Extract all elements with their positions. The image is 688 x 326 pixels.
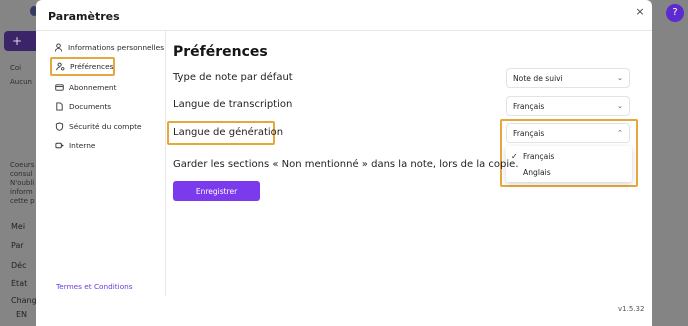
sidebar-item-account-security[interactable]: Sécurité du compte: [54, 117, 164, 135]
sidebar-item-preferences[interactable]: Préférences: [50, 57, 115, 76]
help-button[interactable]: ?: [666, 4, 684, 22]
tag-icon: [54, 140, 64, 150]
dropdown-option-french[interactable]: ✓ Français: [506, 148, 632, 164]
user-icon: [54, 42, 63, 52]
chevron-down-icon: ⌄: [617, 102, 623, 110]
select-value: Français: [513, 128, 545, 138]
shield-icon: [54, 121, 64, 131]
background-text: N'oubli: [10, 179, 35, 187]
select-value: Français: [513, 101, 545, 111]
document-icon: [54, 101, 64, 111]
background-text: Coi: [10, 64, 22, 72]
background-text: consul: [10, 170, 33, 178]
credit-card-icon: [54, 82, 64, 92]
transcription-language-label: Langue de transcription: [173, 99, 293, 110]
sidebar-item-label: Abonnement: [69, 82, 117, 92]
chevron-up-icon: ⌃: [617, 129, 623, 137]
user-settings-icon: [56, 62, 65, 72]
sidebar-item-internal[interactable]: Interne: [54, 136, 164, 154]
close-button[interactable]: ×: [634, 5, 646, 19]
sidebar-item-label: Documents: [69, 101, 112, 111]
background-right: [652, 0, 688, 326]
version-label: v1.5.32: [618, 305, 645, 313]
sidebar-item-label: Interne: [69, 140, 96, 150]
sidebar-item-label: Sécurité du compte: [69, 121, 142, 131]
background-text: Aucun: [10, 78, 32, 86]
generation-language-select[interactable]: Français ⌃: [506, 123, 630, 143]
keep-sections-text: Garder les sections « Non mentionné » da…: [173, 159, 519, 170]
dropdown-option-label: Français: [523, 151, 555, 161]
sidebar-item-label: Préférences: [70, 62, 114, 71]
chevron-down-icon: ⌄: [617, 74, 623, 82]
background-nav-item: Mei: [11, 222, 26, 231]
dropdown-option-label: Anglais: [523, 167, 551, 177]
sidebar-item-personal-info[interactable]: Informations personnelles: [54, 38, 164, 56]
page-title: Préférences: [173, 44, 268, 60]
default-note-type-label: Type de note par défaut: [173, 72, 293, 83]
background-text: cette p: [10, 197, 35, 205]
background-text: Coeurs: [10, 161, 35, 169]
save-button[interactable]: Enregistrer: [173, 181, 260, 201]
sidebar-divider: [165, 31, 166, 296]
dropdown-option-english[interactable]: Anglais: [506, 164, 632, 180]
modal-title: Paramètres: [48, 10, 120, 23]
background-nav-item: État: [11, 279, 28, 288]
sidebar-item-documents[interactable]: Documents: [54, 97, 164, 115]
terms-link[interactable]: Termes et Conditions: [56, 282, 133, 291]
select-value: Note de suivi: [513, 73, 563, 83]
sidebar-item-label: Informations personnelles: [68, 42, 165, 52]
sidebar-item-subscription[interactable]: Abonnement: [54, 78, 164, 96]
settings-modal: Paramètres × Informations personnelles P…: [36, 0, 652, 326]
generation-language-label: Langue de génération: [173, 127, 284, 138]
new-note-button: +: [4, 31, 36, 51]
transcription-language-select[interactable]: Français ⌄: [506, 96, 630, 116]
background-nav-item: Chang: [11, 296, 36, 305]
generation-language-dropdown: ✓ Français Anglais: [506, 146, 632, 182]
background-nav-item: Par: [11, 241, 24, 250]
background-text: inform: [10, 188, 33, 196]
header-divider: [36, 30, 652, 31]
background-nav-item: Déc: [11, 261, 27, 270]
default-note-type-select[interactable]: Note de suivi ⌄: [506, 68, 630, 88]
